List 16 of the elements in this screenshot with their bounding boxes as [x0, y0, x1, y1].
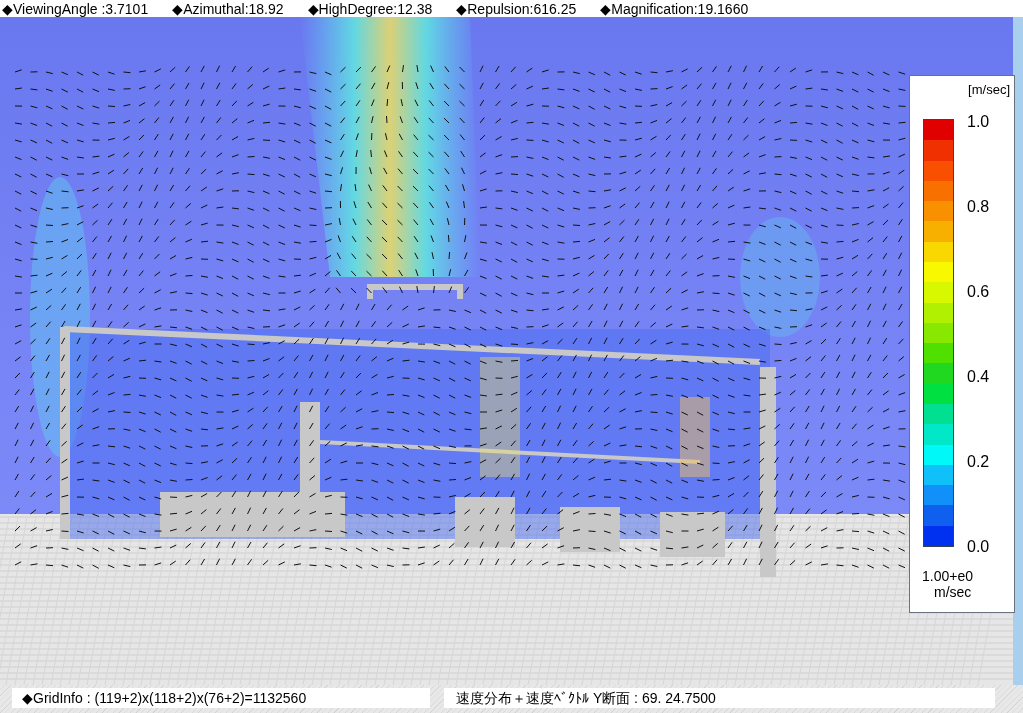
scale-tick-label: 0.6: [967, 284, 990, 300]
parameter-readout: ◆Magnification:19.1660: [600, 1, 749, 16]
parameter-readout: ◆HighDegree:12.38: [307, 1, 433, 16]
scale-tick-label: 0.4: [967, 369, 990, 385]
parameter-readout: ◆Repulsion:616.25: [456, 1, 577, 16]
scale-tick-label: 0.0: [967, 539, 990, 555]
parameter-readout: ◆ViewingAngle :3.7101: [2, 1, 149, 16]
parameter-readout: ◆Azimuthal:18.92: [172, 1, 284, 16]
grid-info: ◆GridInfo : (119+2)x(118+2)x(76+2)=1132560: [12, 688, 430, 708]
section-info: 速度分布＋速度ﾍﾞｸﾄﾙ Y断面 : 69. 24.7500: [444, 688, 995, 708]
scale-tick-label: 0.8: [967, 199, 990, 215]
legend-scale-unit: m/sec: [934, 585, 972, 599]
scale-tick-label: 0.2: [967, 454, 990, 470]
legend-scale: 1.00+e0: [922, 569, 973, 583]
legend-unit: [m/sec]: [968, 81, 1010, 99]
scale-tick-label: 1.0: [967, 114, 990, 130]
